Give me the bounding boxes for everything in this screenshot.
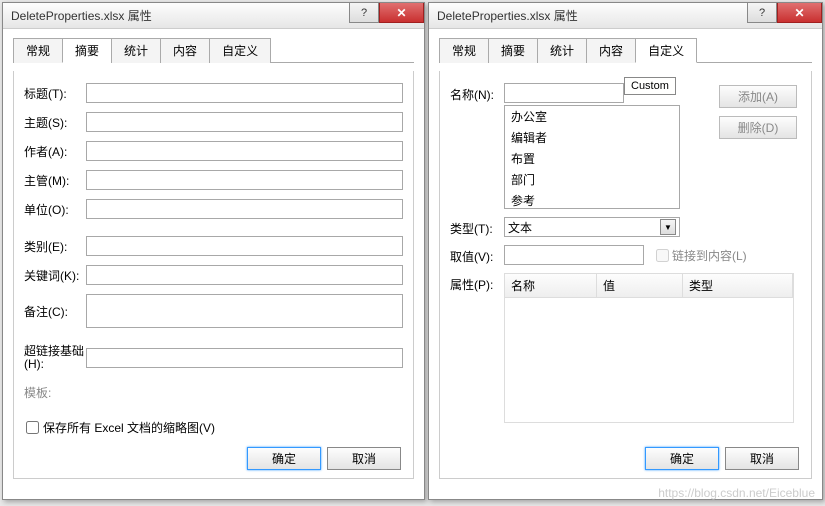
template-label: 模板: xyxy=(24,384,86,401)
subject-label: 主题(S): xyxy=(24,114,86,131)
properties-dialog-custom: DeleteProperties.xlsx 属性 ? ✕ 常规 摘要 统计 内容… xyxy=(428,2,823,500)
properties-label: 属性(P): xyxy=(450,273,504,293)
company-input[interactable] xyxy=(86,199,403,219)
list-item[interactable]: 办公室 xyxy=(505,106,679,127)
author-label: 作者(A): xyxy=(24,143,86,160)
value-input[interactable] xyxy=(504,245,644,265)
type-label: 类型(T): xyxy=(450,217,504,237)
category-label: 类别(E): xyxy=(24,238,86,255)
type-select[interactable]: 文本 ▼ xyxy=(504,217,680,237)
table-header: 名称 值 类型 xyxy=(505,274,793,298)
tab-general[interactable]: 常规 xyxy=(13,38,63,63)
tab-statistics[interactable]: 统计 xyxy=(537,38,587,63)
comments-input[interactable] xyxy=(86,294,403,328)
thumbnail-label: 保存所有 Excel 文档的缩略图(V) xyxy=(43,419,215,436)
name-input[interactable] xyxy=(504,83,624,103)
properties-table[interactable]: 名称 值 类型 xyxy=(504,273,794,423)
subject-input[interactable] xyxy=(86,112,403,132)
tab-strip: 常规 摘要 统计 内容 自定义 xyxy=(439,37,812,63)
dialog-content: 常规 摘要 统计 内容 自定义 标题(T): 主题(S): 作者(A): 主管(… xyxy=(3,29,424,479)
keywords-label: 关键词(K): xyxy=(24,267,86,284)
window-title: DeleteProperties.xlsx 属性 xyxy=(11,7,152,24)
tab-contents[interactable]: 内容 xyxy=(586,38,636,63)
ok-button[interactable]: 确定 xyxy=(247,447,321,470)
value-label: 取值(V): xyxy=(450,245,504,265)
link-label: 链接到内容(L) xyxy=(672,247,747,264)
delete-button[interactable]: 删除(D) xyxy=(719,116,797,139)
type-value: 文本 xyxy=(508,219,532,236)
properties-dialog-summary: DeleteProperties.xlsx 属性 ? ✕ 常规 摘要 统计 内容… xyxy=(2,2,425,500)
author-input[interactable] xyxy=(86,141,403,161)
tab-strip: 常规 摘要 统计 内容 自定义 xyxy=(13,37,414,63)
name-listbox[interactable]: 办公室 编辑者 布置 部门 参考 打字员 xyxy=(504,105,680,209)
close-button[interactable]: ✕ xyxy=(379,3,424,23)
titlebar[interactable]: DeleteProperties.xlsx 属性 ? ✕ xyxy=(429,3,822,29)
titlebar[interactable]: DeleteProperties.xlsx 属性 ? ✕ xyxy=(3,3,424,29)
manager-input[interactable] xyxy=(86,170,403,190)
tab-custom[interactable]: 自定义 xyxy=(209,38,271,63)
help-button[interactable]: ? xyxy=(349,3,379,23)
add-button[interactable]: 添加(A) xyxy=(719,85,797,108)
list-item[interactable]: 编辑者 xyxy=(505,127,679,148)
summary-panel: 标题(T): 主题(S): 作者(A): 主管(M): 单位(O): 类别(E)… xyxy=(13,71,414,479)
thumbnail-checkbox[interactable] xyxy=(26,421,39,434)
col-name[interactable]: 名称 xyxy=(505,274,597,297)
col-value[interactable]: 值 xyxy=(597,274,683,297)
list-item[interactable]: 参考 xyxy=(505,190,679,209)
category-input[interactable] xyxy=(86,236,403,256)
help-button[interactable]: ? xyxy=(747,3,777,23)
tab-summary[interactable]: 摘要 xyxy=(488,38,538,63)
custom-panel: Custom 添加(A) 删除(D) 名称(N): 办公室 编辑者 布置 部门 … xyxy=(439,71,812,479)
cancel-button[interactable]: 取消 xyxy=(725,447,799,470)
tooltip: Custom xyxy=(624,77,676,95)
tab-general[interactable]: 常规 xyxy=(439,38,489,63)
list-item[interactable]: 布置 xyxy=(505,148,679,169)
cancel-button[interactable]: 取消 xyxy=(327,447,401,470)
list-item[interactable]: 部门 xyxy=(505,169,679,190)
tab-custom[interactable]: 自定义 xyxy=(635,38,697,63)
col-type[interactable]: 类型 xyxy=(683,274,793,297)
keywords-input[interactable] xyxy=(86,265,403,285)
tab-summary[interactable]: 摘要 xyxy=(62,38,112,63)
hyperlink-input[interactable] xyxy=(86,348,403,368)
company-label: 单位(O): xyxy=(24,201,86,218)
title-input[interactable] xyxy=(86,83,403,103)
tab-statistics[interactable]: 统计 xyxy=(111,38,161,63)
thumbnail-checkbox-row: 保存所有 Excel 文档的缩略图(V) xyxy=(26,419,215,436)
manager-label: 主管(M): xyxy=(24,172,86,189)
ok-button[interactable]: 确定 xyxy=(645,447,719,470)
window-title: DeleteProperties.xlsx 属性 xyxy=(437,7,578,24)
name-label: 名称(N): xyxy=(450,83,504,103)
tab-contents[interactable]: 内容 xyxy=(160,38,210,63)
link-checkbox xyxy=(656,249,669,262)
chevron-down-icon[interactable]: ▼ xyxy=(660,219,676,235)
dialog-content: 常规 摘要 统计 内容 自定义 Custom 添加(A) 删除(D) 名称(N)… xyxy=(429,29,822,479)
hyperlink-label: 超链接基础(H): xyxy=(24,345,86,371)
comments-label: 备注(C): xyxy=(24,303,86,320)
title-label: 标题(T): xyxy=(24,85,86,102)
close-button[interactable]: ✕ xyxy=(777,3,822,23)
